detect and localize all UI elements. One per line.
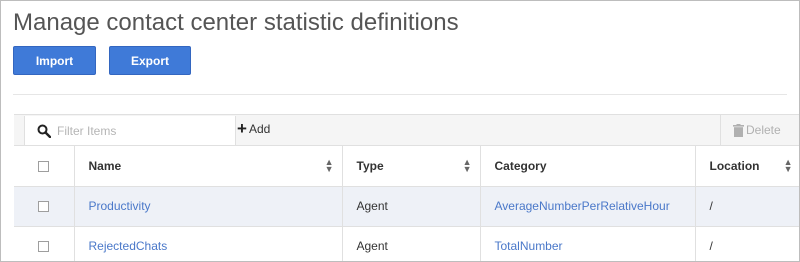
cell-name: RejectedChats [74,226,343,261]
search-icon [37,124,51,138]
column-header-label: Category [494,158,547,173]
delete-button[interactable]: Delete [720,115,799,145]
cell-location: / [695,226,799,261]
column-header-name[interactable]: Name ▲ ▼ [74,146,343,187]
search-input[interactable] [57,123,217,138]
export-button[interactable]: Export [109,46,191,75]
statistics-table: Name ▲▼ Type ▲▼ Category Location ▲▼ [14,146,799,261]
sort-icon[interactable]: ▲ ▼ [325,158,334,174]
delete-label: Delete [746,123,781,137]
plus-icon: + [237,119,247,138]
cell-name: Productivity [74,186,343,227]
cell-type: Agent [342,226,481,261]
trash-icon [733,123,744,137]
column-header-location[interactable]: Location ▲ ▼ [695,146,799,187]
column-header-label: Location [709,158,760,173]
category-link[interactable]: AverageNumberPerRelativeHour [495,199,670,213]
select-all-checkbox[interactable] [38,161,50,173]
search-box[interactable] [24,116,236,145]
row-checkbox[interactable] [38,201,50,213]
divider [13,94,787,95]
row-checkbox[interactable] [38,241,50,253]
row-select-cell [14,226,75,261]
add-button[interactable]: + Add [237,119,271,138]
page-title: Manage contact center statistic definiti… [13,9,459,36]
cell-location: / [695,186,799,227]
column-header-label: Type [356,158,384,173]
select-all-cell [14,146,75,187]
statistic-definitions-panel: Manage contact center statistic definiti… [0,0,800,262]
cell-type: Agent [342,186,481,227]
table-header-row: Name ▲ ▼ Type ▲ ▼ Category Location ▲ ▼ [14,146,799,187]
category-link[interactable]: TotalNumber [495,239,563,253]
column-header-category[interactable]: Category [480,146,696,187]
add-label: Add [248,122,271,136]
row-select-cell [14,186,75,227]
column-header-type[interactable]: Type ▲ ▼ [342,146,481,187]
cell-category: TotalNumber [480,226,696,261]
name-link[interactable]: Productivity [89,199,151,213]
column-header-label: Name [88,158,122,173]
cell-category: AverageNumberPerRelativeHour [480,186,696,227]
import-button[interactable]: Import [13,46,96,75]
sort-icon[interactable]: ▲ ▼ [784,158,793,174]
name-link[interactable]: RejectedChats [89,239,168,253]
sort-icon[interactable]: ▲ ▼ [463,158,472,174]
table-toolbar: + Add Delete [14,114,799,146]
table-row[interactable]: Productivity Agent AverageNumberPerRelat… [14,186,799,227]
table-row[interactable]: RejectedChats Agent TotalNumber / [14,226,799,261]
